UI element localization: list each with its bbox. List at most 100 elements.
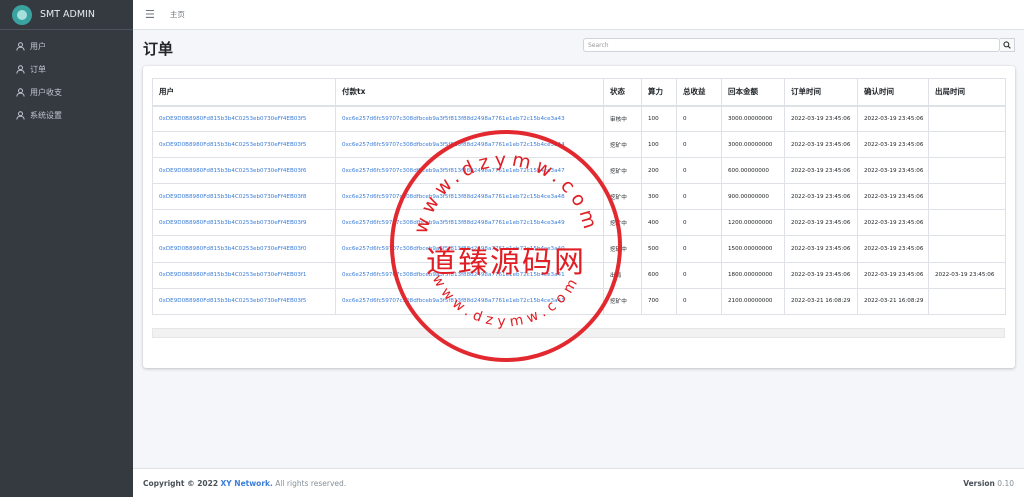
power-cell: 400	[641, 209, 677, 237]
column-header[interactable]: 算力	[641, 78, 677, 107]
sidebar-item-label: 用户收支	[30, 88, 62, 97]
home-link[interactable]: 主页	[170, 9, 185, 20]
column-header[interactable]: 确认时间	[857, 78, 929, 107]
exit-time-cell	[928, 131, 1006, 159]
user-address-link[interactable]: 0xDE9D0B8980Fd815b3b4C0253eb0730eFf4EB03…	[159, 116, 306, 122]
menu-toggle-icon[interactable]: ☰	[145, 8, 155, 21]
tx-hash-link[interactable]: 0xc6e257d6fc59707c308dfbceb9a3f5f813f88d…	[342, 220, 565, 226]
user-address-link[interactable]: 0xDE9D0B8980Fd815b3b4C0253eb0730eFf4EB03…	[159, 298, 306, 304]
sidebar-item-user-finance[interactable]: 用户收支	[0, 81, 133, 104]
sidebar-item-orders[interactable]: 订单	[0, 58, 133, 81]
payback-cell: 1500.00000000	[721, 235, 785, 263]
tx-hash-link[interactable]: 0xc6e257d6fc59707c308dfbceb9a3f5f813f88d…	[342, 298, 565, 304]
payback-cell: 1200.00000000	[721, 209, 785, 237]
search-button[interactable]	[1000, 38, 1015, 52]
power-cell: 300	[641, 183, 677, 211]
power-cell: 600	[641, 261, 677, 289]
brand-logo	[12, 4, 32, 25]
payback-cell: 3000.00000000	[721, 104, 785, 133]
table-row: 0xDE9D0B8980Fd815b3b4C0253eb0730eFf4EB03…	[152, 261, 1006, 289]
orders-card: 用户 付款tx 状态 算力 总收益 回本金额 订单时间 确认时间 出局时间 0x…	[143, 66, 1015, 368]
payback-cell: 1800.00000000	[721, 261, 785, 289]
exit-time-cell	[928, 235, 1006, 263]
table-horizontal-scrollbar[interactable]	[152, 328, 1005, 338]
order-time-cell: 2022-03-19 23:45:06	[784, 209, 858, 237]
user-address-link[interactable]: 0xDE9D0B8980Fd815b3b4C0253eb0730eFf4EB03…	[159, 194, 306, 200]
tx-hash-link[interactable]: 0xc6e257d6fc59707c308dfbceb9a3f5f813f88d…	[342, 116, 565, 122]
brand[interactable]: SMT ADMIN	[0, 0, 133, 30]
total-income-cell: 0	[676, 157, 722, 185]
table-row: 0xDE9D0B8980Fd815b3b4C0253eb0730eFf4EB03…	[152, 183, 1006, 211]
exit-time-cell	[928, 157, 1006, 185]
search-input[interactable]	[583, 38, 1000, 52]
table-header-row: 用户 付款tx 状态 算力 总收益 回本金额 订单时间 确认时间 出局时间	[152, 78, 1006, 107]
column-header[interactable]: 回本金额	[721, 78, 785, 107]
user-address-link[interactable]: 0xDE9D0B8980Fd815b3b4C0253eb0730eFf4EB03…	[159, 168, 306, 174]
exit-time-cell	[928, 209, 1006, 237]
rights-text: All rights reserved.	[275, 478, 347, 488]
confirm-time-cell: 2022-03-19 23:45:06	[857, 261, 929, 289]
user-icon	[15, 42, 25, 52]
user-icon	[15, 65, 25, 75]
total-income-cell: 0	[676, 287, 722, 315]
column-header[interactable]: 出局时间	[928, 78, 1006, 107]
tx-hash-link[interactable]: 0xc6e257d6fc59707c308dfbceb9a3f5f813f88d…	[342, 272, 565, 278]
table-row: 0xDE9D0B8980Fd815b3b4C0253eb0730eFf4EB03…	[152, 235, 1006, 263]
power-cell: 700	[641, 287, 677, 315]
table-row: 0xDE9D0B8980Fd815b3b4C0253eb0730eFf4EB03…	[152, 157, 1006, 185]
status-cell: 出局	[603, 261, 642, 289]
tx-hash-link[interactable]: 0xc6e257d6fc59707c308dfbceb9a3f5f813f88d…	[342, 142, 565, 148]
payback-cell: 3000.00000000	[721, 131, 785, 159]
confirm-time-cell: 2022-03-19 23:45:06	[857, 183, 929, 211]
status-cell: 挖矿中	[603, 183, 642, 211]
status-cell: 挖矿中	[603, 131, 642, 159]
user-address-link[interactable]: 0xDE9D0B8980Fd815b3b4C0253eb0730eFf4EB03…	[159, 142, 306, 148]
confirm-time-cell: 2022-03-19 23:45:06	[857, 104, 929, 133]
user-address-link[interactable]: 0xDE9D0B8980Fd815b3b4C0253eb0730eFf4EB03…	[159, 272, 306, 278]
user-icon	[15, 88, 25, 98]
exit-time-cell	[928, 104, 1006, 133]
exit-time-cell	[928, 183, 1006, 211]
power-cell: 200	[641, 157, 677, 185]
column-header[interactable]: 订单时间	[784, 78, 858, 107]
user-address-link[interactable]: 0xDE9D0B8980Fd815b3b4C0253eb0730eFf4EB03…	[159, 246, 306, 252]
total-income-cell: 0	[676, 261, 722, 289]
user-icon	[15, 111, 25, 121]
sidebar-item-label: 系统设置	[30, 111, 62, 120]
confirm-time-cell: 2022-03-21 16:08:29	[857, 287, 929, 315]
tx-hash-link[interactable]: 0xc6e257d6fc59707c308dfbceb9a3f5f813f88d…	[342, 246, 565, 252]
column-header[interactable]: 付款tx	[335, 78, 604, 107]
confirm-time-cell: 2022-03-19 23:45:06	[857, 209, 929, 237]
tx-hash-link[interactable]: 0xc6e257d6fc59707c308dfbceb9a3f5f813f88d…	[342, 168, 565, 174]
confirm-time-cell: 2022-03-19 23:45:06	[857, 157, 929, 185]
power-cell: 100	[641, 104, 677, 133]
company-link[interactable]: XY Network.	[220, 479, 272, 488]
order-time-cell: 2022-03-19 23:45:06	[784, 183, 858, 211]
topbar: ☰ 主页	[133, 0, 1024, 30]
power-cell: 100	[641, 131, 677, 159]
tx-hash-link[interactable]: 0xc6e257d6fc59707c308dfbceb9a3f5f813f88d…	[342, 194, 565, 200]
user-address-link[interactable]: 0xDE9D0B8980Fd815b3b4C0253eb0730eFf4EB03…	[159, 220, 306, 226]
version-number: 0.10	[997, 478, 1014, 488]
version-label: Version	[963, 478, 995, 488]
order-time-cell: 2022-03-19 23:45:06	[784, 157, 858, 185]
total-income-cell: 0	[676, 183, 722, 211]
total-income-cell: 0	[676, 235, 722, 263]
total-income-cell: 0	[676, 104, 722, 133]
payback-cell: 900.00000000	[721, 183, 785, 211]
exit-time-cell	[928, 287, 1006, 315]
page-title: 订单	[143, 40, 174, 58]
copyright-text: Copyright © 2022	[143, 478, 219, 488]
sidebar-item-users[interactable]: 用户	[0, 35, 133, 58]
column-header[interactable]: 状态	[603, 78, 642, 107]
sidebar: SMT ADMIN 用户 订单 用户收支 系统设置	[0, 0, 133, 497]
column-header[interactable]: 用户	[152, 78, 336, 107]
confirm-time-cell: 2022-03-19 23:45:06	[857, 131, 929, 159]
sidebar-item-settings[interactable]: 系统设置	[0, 104, 133, 127]
exit-time-cell: 2022-03-19 23:45:06	[928, 261, 1006, 289]
confirm-time-cell: 2022-03-19 23:45:06	[857, 235, 929, 263]
column-header[interactable]: 总收益	[676, 78, 722, 107]
table-row: 0xDE9D0B8980Fd815b3b4C0253eb0730eFf4EB03…	[152, 209, 1006, 237]
payback-cell: 600.00000000	[721, 157, 785, 185]
table-row: 0xDE9D0B8980Fd815b3b4C0253eb0730eFf4EB03…	[152, 131, 1006, 159]
